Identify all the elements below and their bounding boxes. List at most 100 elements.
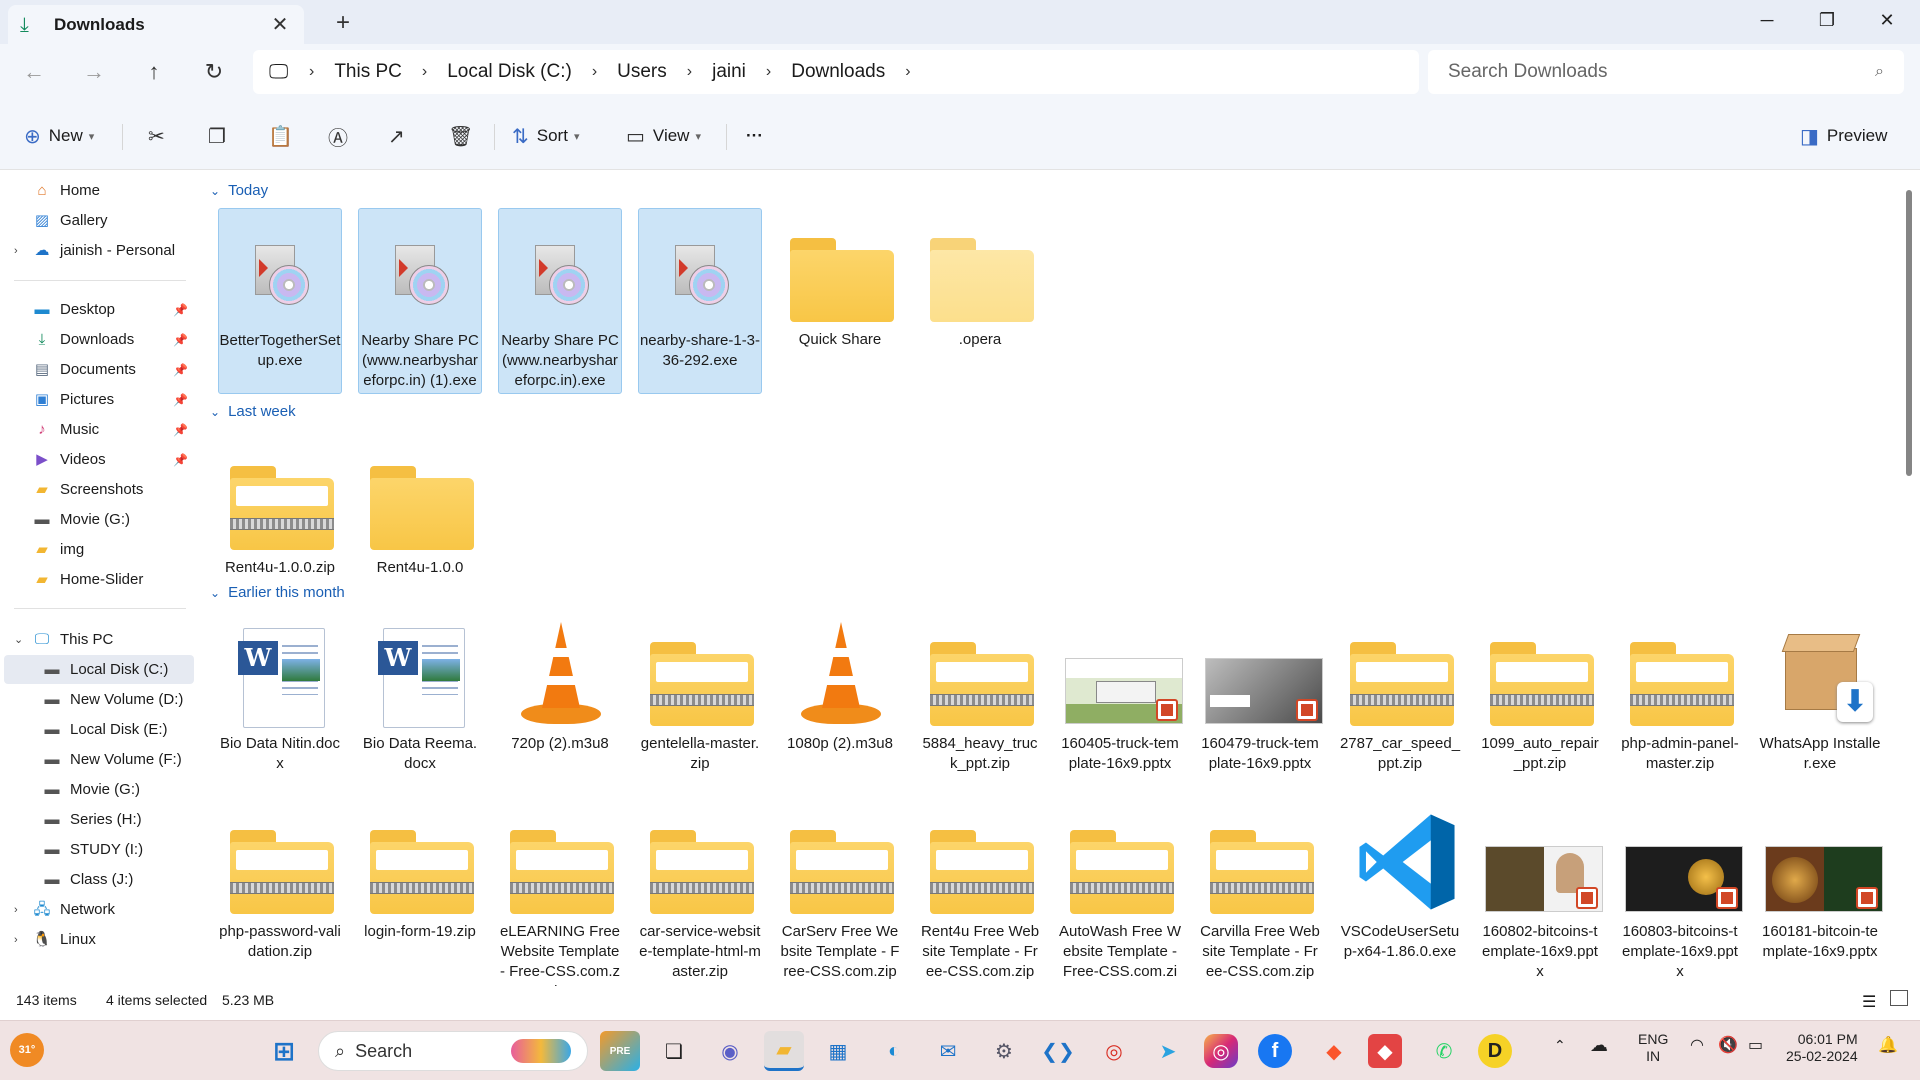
group-header-last-week[interactable]: ⌄ Last week [210,403,296,420]
taskbar-search[interactable]: ⌕ Search [318,1031,588,1071]
search-input[interactable]: Search Downloads ⌕ [1428,50,1904,94]
chrome-icon[interactable]: ◎ [1094,1031,1134,1071]
sidebar-item-home[interactable]: ⌂ Home [0,176,196,205]
chevron-right-icon[interactable]: › [752,63,785,81]
breadcrumb-jaini[interactable]: jaini [706,61,752,83]
chevron-right-icon[interactable]: › [578,63,611,81]
file-tile[interactable]: Rent4u Free Website Template - Free-CSS.… [918,800,1042,982]
close-window-button[interactable]: ✕ [1860,4,1914,36]
brave-icon[interactable]: ◆ [1314,1031,1354,1071]
instagram-icon[interactable]: ◎ [1204,1034,1238,1068]
file-tile[interactable]: Nearby Share PC (www.nearbyshareforpc.in… [498,208,622,394]
file-tile[interactable]: 1099_auto_repair_ppt.zip [1478,612,1602,774]
sidebar-item-network[interactable]: › 🖧 Network [0,895,196,924]
breadcrumb-this-pc[interactable]: This PC [328,61,408,83]
settings-icon[interactable]: ⚙ [984,1031,1024,1071]
volume-muted-icon[interactable]: 🔇 [1718,1035,1738,1055]
sidebar-item-drive-f[interactable]: ▬ New Volume (F:) [0,745,196,774]
sidebar-item-drive-g[interactable]: ▬ Movie (G:) [0,775,196,804]
group-header-today[interactable]: ⌄ Today [210,182,268,199]
sidebar-item-music[interactable]: ♪ Music 📌 [0,415,196,444]
file-tile[interactable]: 2787_car_speed_ppt.zip [1338,612,1462,774]
file-tile[interactable]: 160181-bitcoin-template-16x9.pptx [1758,800,1883,962]
sidebar-item-desktop[interactable]: ▬ Desktop 📌 [0,295,196,324]
file-tile[interactable]: 5884_heavy_truck_ppt.zip [918,612,1042,774]
file-tile[interactable]: 1080p (2).m3u8 [778,612,902,754]
up-button[interactable]: ↑ [136,54,172,90]
share-button[interactable]: ↗ [388,118,405,154]
sidebar-item-movie[interactable]: ▬ Movie (G:) [0,505,196,534]
rename-button[interactable]: Ⓐ [328,118,348,154]
notification-bell-icon[interactable]: 🔔 [1878,1035,1898,1055]
sidebar-item-drive-e[interactable]: ▬ Local Disk (E:) [0,715,196,744]
breadcrumb-users[interactable]: Users [611,61,673,83]
facebook-icon[interactable]: f [1258,1034,1292,1068]
file-tile[interactable]: login-form-19.zip [358,800,482,942]
battery-icon[interactable]: ▭ [1748,1035,1763,1055]
view-button[interactable]: ▭ View ▾ [626,118,701,154]
copilot-icon[interactable]: PRE [600,1031,640,1071]
mail-icon[interactable]: ✉ [928,1031,968,1071]
sidebar-item-home-slider[interactable]: ▰ Home-Slider [0,565,196,594]
file-tile[interactable]: Carvilla Free Website Template - Free-CS… [1198,800,1322,982]
chevron-right-icon[interactable]: › [14,245,18,257]
file-tile[interactable]: W Bio Data Reema.docx [358,612,482,774]
clock[interactable]: 06:01 PM 25-02-2024 [1786,1031,1858,1065]
file-tile[interactable]: VSCodeUserSetup-x64-1.86.0.exe [1338,800,1462,962]
file-tile[interactable]: W Bio Data Nitin.docx [218,612,342,774]
tab-downloads[interactable]: ⤓ Downloads ✕ [8,5,304,44]
store-icon[interactable]: ▦ [818,1031,858,1071]
group-header-earlier[interactable]: ⌄ Earlier this month [210,584,345,601]
language-indicator[interactable]: ENG IN [1638,1031,1668,1065]
file-tile[interactable]: 160803-bitcoins-template-16x9.pptx [1618,800,1743,982]
task-view-icon[interactable]: ❏ [654,1031,694,1071]
wifi-icon[interactable]: ◠ [1690,1035,1704,1055]
file-tile[interactable]: Quick Share [778,208,902,350]
file-tile[interactable]: eLEARNING Free Website Template - Free-C… [498,800,622,986]
file-tile[interactable]: ⬇ WhatsApp Installer.exe [1758,612,1882,774]
breadcrumb-local-disk[interactable]: Local Disk (C:) [441,61,578,83]
new-tab-button[interactable]: + [328,8,358,38]
pin-icon[interactable]: 📌 [173,453,188,467]
copy-button[interactable]: ❐ [208,118,226,154]
sidebar-item-img[interactable]: ▰ img [0,535,196,564]
file-tile[interactable]: gentelella-master.zip [638,612,762,774]
breadcrumb-downloads[interactable]: Downloads [785,61,891,83]
chevron-right-icon[interactable]: › [14,934,18,946]
file-tile[interactable]: CarServ Free Website Template - Free-CSS… [778,800,902,982]
vscode-taskbar-icon[interactable]: ❮❯ [1038,1031,1078,1071]
file-tile[interactable]: BetterTogetherSetup.exe [218,208,342,394]
onedrive-tray-icon[interactable]: ☁ [1590,1035,1608,1056]
cut-button[interactable]: ✂ [148,118,165,154]
sidebar-item-drive-i[interactable]: ▬ STUDY (I:) [0,835,196,864]
chevron-down-icon[interactable]: ⌄ [14,633,23,646]
sort-button[interactable]: ⇅ Sort ▾ [512,118,579,154]
weather-widget[interactable]: 31° [10,1033,44,1067]
start-icon[interactable]: ⊞ [264,1031,304,1071]
sidebar-item-documents[interactable]: ▤ Documents 📌 [0,355,196,384]
chevron-right-icon[interactable]: › [673,63,706,81]
chevron-right-icon[interactable]: › [14,904,18,916]
pin-icon[interactable]: 📌 [173,423,188,437]
sidebar-item-gallery[interactable]: ▨ Gallery [0,206,196,235]
chevron-right-icon[interactable]: › [408,63,441,81]
app-icon[interactable]: D [1478,1034,1512,1068]
file-tile[interactable]: php-password-validation.zip [218,800,342,962]
file-tile[interactable]: 160405-truck-template-16x9.pptx [1058,612,1183,774]
sidebar-item-linux[interactable]: › 🐧 Linux [0,925,196,954]
sidebar-item-videos[interactable]: ▶ Videos 📌 [0,445,196,474]
pin-icon[interactable]: 📌 [173,393,188,407]
vertical-scrollbar[interactable] [1906,190,1912,476]
more-options-button[interactable]: ··· [746,118,763,154]
sidebar-item-this-pc[interactable]: ⌄ 🖵 This PC [0,625,196,654]
paste-button[interactable]: 📋 [268,118,293,154]
sidebar-item-pictures[interactable]: ▣ Pictures 📌 [0,385,196,414]
file-tile[interactable]: car-service-website-template-html-master… [638,800,762,982]
chevron-up-icon[interactable]: ⌃ [1554,1037,1566,1054]
telegram-icon[interactable]: ➤ [1148,1031,1188,1071]
minimize-button[interactable]: ─ [1740,4,1794,36]
file-tile[interactable]: Nearby Share PC (www.nearbyshareforpc.in… [358,208,482,394]
computer-icon[interactable]: 🖵 [269,61,295,84]
tiles-view-icon[interactable] [1890,990,1908,1006]
sidebar-item-drive-j[interactable]: ▬ Class (J:) [0,865,196,894]
